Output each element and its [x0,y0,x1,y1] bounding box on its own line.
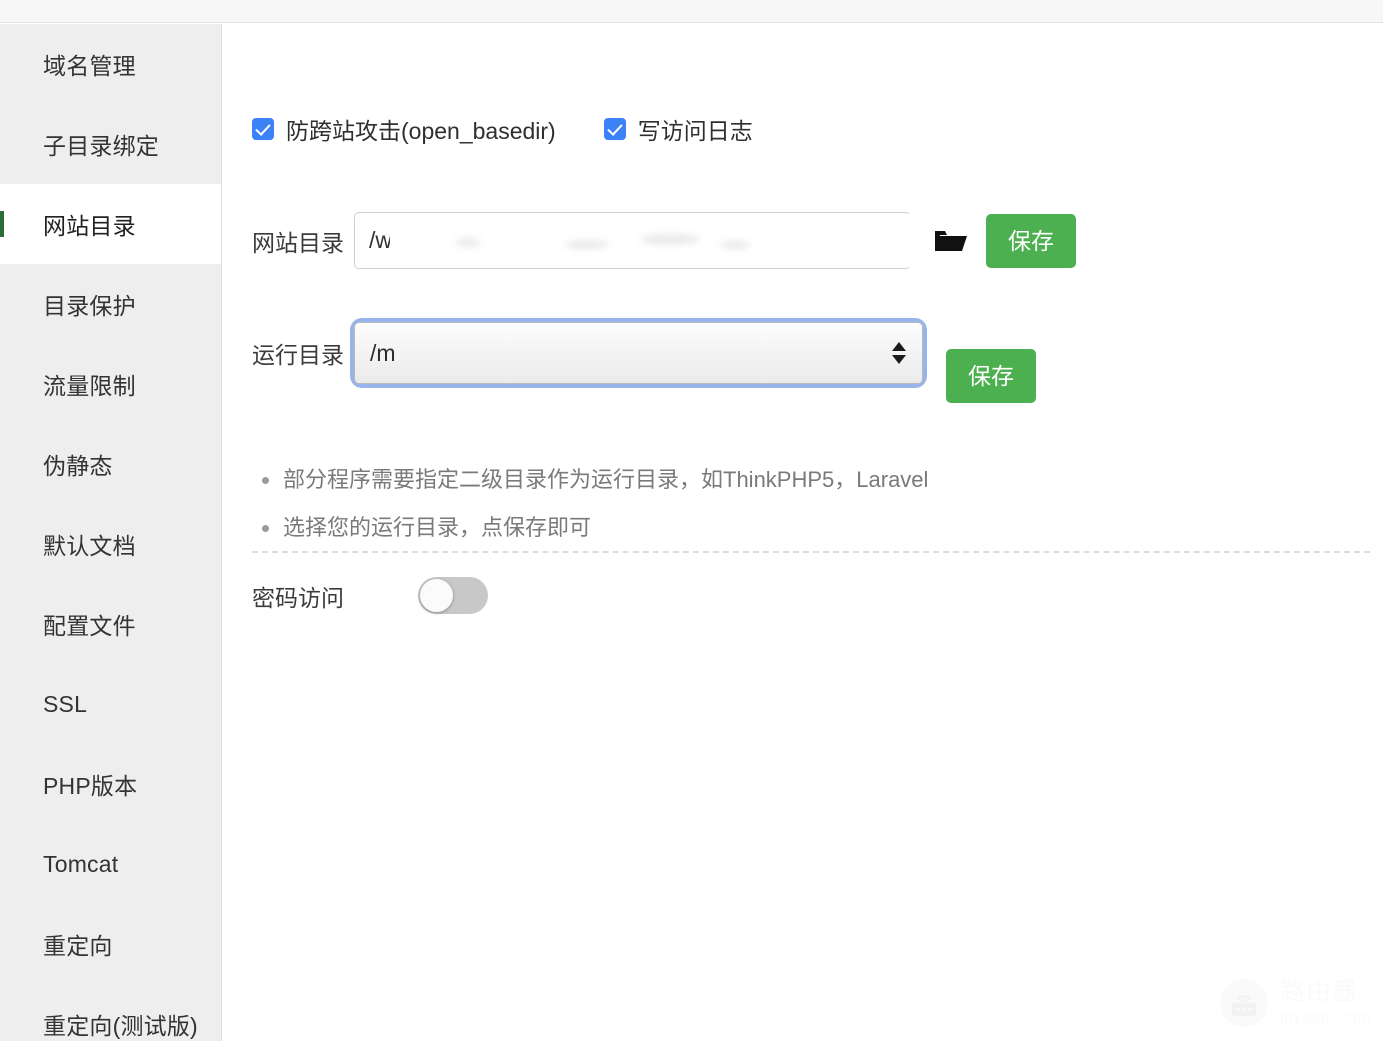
sidebar-item-subdir-bind[interactable]: 子目录绑定 [0,104,221,184]
sidebar-item-label: 伪静态 [43,447,113,481]
password-access-toggle[interactable] [418,577,488,614]
watermark: 路由器 luyouqi.com [1220,979,1371,1027]
save-site-directory-button[interactable]: 保存 [986,214,1076,268]
chevron-down-icon [892,355,906,364]
top-tab-strip: · · [0,0,1383,23]
sidebar-item-tomcat[interactable]: Tomcat [0,824,221,904]
run-directory-select[interactable]: /m [354,322,923,384]
run-directory-selected-value: /m [370,340,396,367]
toggle-knob [420,579,453,612]
sidebar-item-site-dir[interactable]: 网站目录 [0,184,221,264]
sidebar-item-redirect-beta[interactable]: 重定向(测试版) [0,984,221,1041]
sidebar-item-label: SSL [43,691,87,718]
watermark-text: 路由器 luyouqi.com [1280,980,1371,1026]
app-root: · · 域名管理 子目录绑定 网站目录 目录保护 流量限制 伪静态 默认文档 配… [0,0,1383,1041]
checkbox-open-basedir[interactable]: 防跨站攻击(open_basedir) [252,112,556,146]
save-run-directory-button[interactable]: 保存 [946,349,1036,403]
options-checkbox-row: 防跨站攻击(open_basedir) 写访问日志 [252,112,753,146]
checkbox-write-access-log[interactable]: 写访问日志 [604,112,753,146]
tips-list: 部分程序需要指定二级目录作为运行目录，如ThinkPHP5，Laravel 选择… [252,456,928,552]
sidebar: 域名管理 子目录绑定 网站目录 目录保护 流量限制 伪静态 默认文档 配置文件 … [0,24,222,1041]
sidebar-item-redirect[interactable]: 重定向 [0,904,221,984]
checkmark-icon [252,118,274,140]
watermark-url: luyouqi.com [1280,1010,1371,1026]
site-directory-row: 网站目录 保存 [252,212,1076,269]
tip-item: 部分程序需要指定二级目录作为运行目录，如ThinkPHP5，Laravel [252,456,928,504]
sidebar-item-domain-manage[interactable]: 域名管理 [0,24,221,104]
sidebar-item-ssl[interactable]: SSL [0,664,221,744]
run-directory-label: 运行目录 [252,336,344,370]
sidebar-item-label: 子目录绑定 [43,127,159,161]
top-tab-fragment-2: · [400,0,406,5]
sidebar-item-label: 流量限制 [43,367,136,401]
sidebar-item-label: 重定向(测试版) [43,1007,198,1041]
sidebar-item-label: 重定向 [43,927,113,961]
sidebar-item-label: 目录保护 [43,287,136,321]
site-directory-input[interactable] [354,212,911,269]
checkmark-icon [604,118,626,140]
sidebar-item-label: 网站目录 [43,207,136,241]
router-icon [1220,979,1268,1027]
sidebar-item-traffic-limit[interactable]: 流量限制 [0,344,221,424]
stepper-arrows-icon [892,342,906,364]
site-directory-label: 网站目录 [252,224,344,258]
sidebar-item-label: 域名管理 [43,47,136,81]
sidebar-item-rewrite[interactable]: 伪静态 [0,424,221,504]
sidebar-item-label: 配置文件 [43,607,136,641]
password-access-label: 密码访问 [252,579,344,613]
sidebar-item-dir-protect[interactable]: 目录保护 [0,264,221,344]
sidebar-item-default-doc[interactable]: 默认文档 [0,504,221,584]
chevron-up-icon [892,342,906,351]
run-directory-row: 运行目录 /m [252,322,923,384]
run-directory-select-wrapper: /m [354,322,923,384]
sidebar-item-config-file[interactable]: 配置文件 [0,584,221,664]
sidebar-item-label: Tomcat [43,851,118,878]
sidebar-item-label: PHP版本 [43,767,137,801]
main-content: 防跨站攻击(open_basedir) 写访问日志 网站目录 保存 [223,24,1383,1041]
top-tab-fragment-1: · [269,0,275,5]
password-access-row: 密码访问 [252,577,488,614]
checkbox-label: 防跨站攻击(open_basedir) [286,112,556,146]
tip-item: 选择您的运行目录，点保存即可 [252,504,928,552]
checkbox-label: 写访问日志 [638,112,753,146]
watermark-title: 路由器 [1280,980,1371,1005]
sidebar-item-label: 默认文档 [43,527,136,561]
folder-icon[interactable] [932,227,968,255]
sidebar-item-php-version[interactable]: PHP版本 [0,744,221,824]
section-divider [252,551,1370,553]
